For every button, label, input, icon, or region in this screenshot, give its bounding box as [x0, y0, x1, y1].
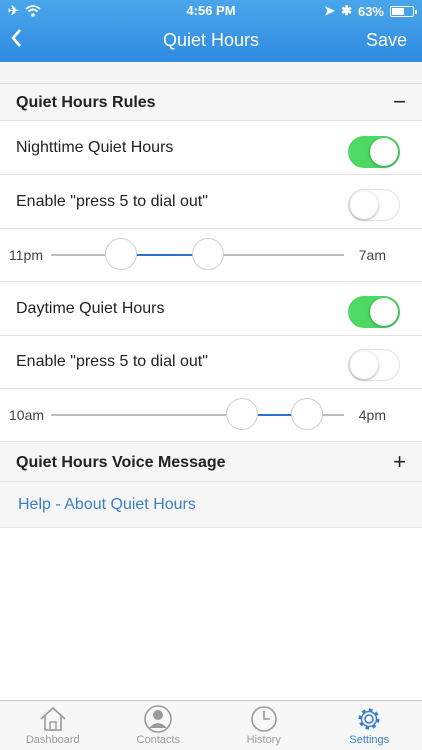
nighttime-row: Nighttime Quiet Hours: [0, 121, 422, 175]
daytime-label: Daytime Quiet Hours: [16, 300, 165, 317]
nighttime-end-label: 7am: [358, 247, 386, 263]
expand-icon[interactable]: +: [393, 449, 406, 475]
bluetooth-icon: ✱: [341, 3, 352, 18]
home-icon: [40, 706, 66, 731]
save-button[interactable]: Save: [366, 30, 407, 51]
daytime-dialout-label: Enable "press 5 to dial out": [16, 353, 208, 370]
nighttime-start-thumb[interactable]: [105, 238, 137, 270]
nighttime-start-label: 11pm: [9, 247, 43, 263]
daytime-slider-track[interactable]: [51, 398, 344, 430]
rules-section-title: Quiet Hours Rules: [16, 94, 156, 111]
gear-icon: [358, 708, 380, 730]
tab-dashboard[interactable]: Dashboard: [0, 701, 106, 750]
daytime-start-label: 10am: [9, 407, 45, 423]
daytime-end-thumb[interactable]: [291, 398, 323, 430]
header-spacer: [0, 62, 422, 84]
nighttime-dialout-row: Enable "press 5 to dial out": [0, 175, 422, 229]
tab-label: Settings: [349, 734, 390, 746]
tab-label: Dashboard: [25, 734, 80, 746]
nav-header: ✈ 4:56 PM ➤ ✱ 63% Quiet Hours Save: [0, 0, 422, 62]
battery-percent: 63%: [357, 3, 384, 19]
tab-label: History: [246, 734, 281, 746]
daytime-row: Daytime Quiet Hours: [0, 282, 422, 336]
tab-contacts[interactable]: Contacts: [106, 701, 212, 750]
nighttime-dialout-toggle[interactable]: [348, 189, 400, 221]
nighttime-slider-row: 11pm 7am: [0, 229, 422, 282]
nighttime-slider-track[interactable]: [51, 238, 344, 270]
nighttime-end-thumb[interactable]: [192, 238, 224, 270]
location-icon: ➤: [324, 3, 336, 18]
nighttime-label: Nighttime Quiet Hours: [16, 139, 174, 156]
daytime-dialout-toggle[interactable]: [348, 349, 400, 381]
battery-icon: [390, 5, 417, 17]
daytime-dialout-row: Enable "press 5 to dial out": [0, 336, 422, 389]
help-row: Help - About Quiet Hours: [0, 482, 422, 528]
clock-icon: [250, 706, 277, 732]
tab-label: Contacts: [136, 734, 180, 746]
daytime-toggle[interactable]: [348, 296, 400, 328]
tab-settings[interactable]: Settings: [317, 701, 422, 750]
nighttime-dialout-label: Enable "press 5 to dial out": [16, 193, 208, 210]
collapse-icon[interactable]: −: [393, 89, 406, 115]
help-link[interactable]: Help - About Quiet Hours: [18, 496, 196, 514]
rules-section-header[interactable]: Quiet Hours Rules −: [0, 84, 422, 121]
page-title: Quiet Hours: [162, 30, 260, 50]
daytime-start-thumb[interactable]: [226, 398, 258, 430]
tab-history[interactable]: History: [211, 701, 317, 750]
tab-bar: Dashboard Contacts History Settings: [0, 700, 422, 750]
voice-section-header[interactable]: Quiet Hours Voice Message +: [0, 442, 422, 482]
user-icon: [144, 705, 173, 733]
status-bar: ✈ 4:56 PM ➤ ✱ 63%: [0, 0, 422, 22]
daytime-end-label: 4pm: [358, 407, 386, 423]
nighttime-toggle[interactable]: [348, 136, 400, 168]
daytime-slider-row: 10am 4pm: [0, 389, 422, 442]
voice-section-title: Quiet Hours Voice Message: [16, 454, 226, 471]
